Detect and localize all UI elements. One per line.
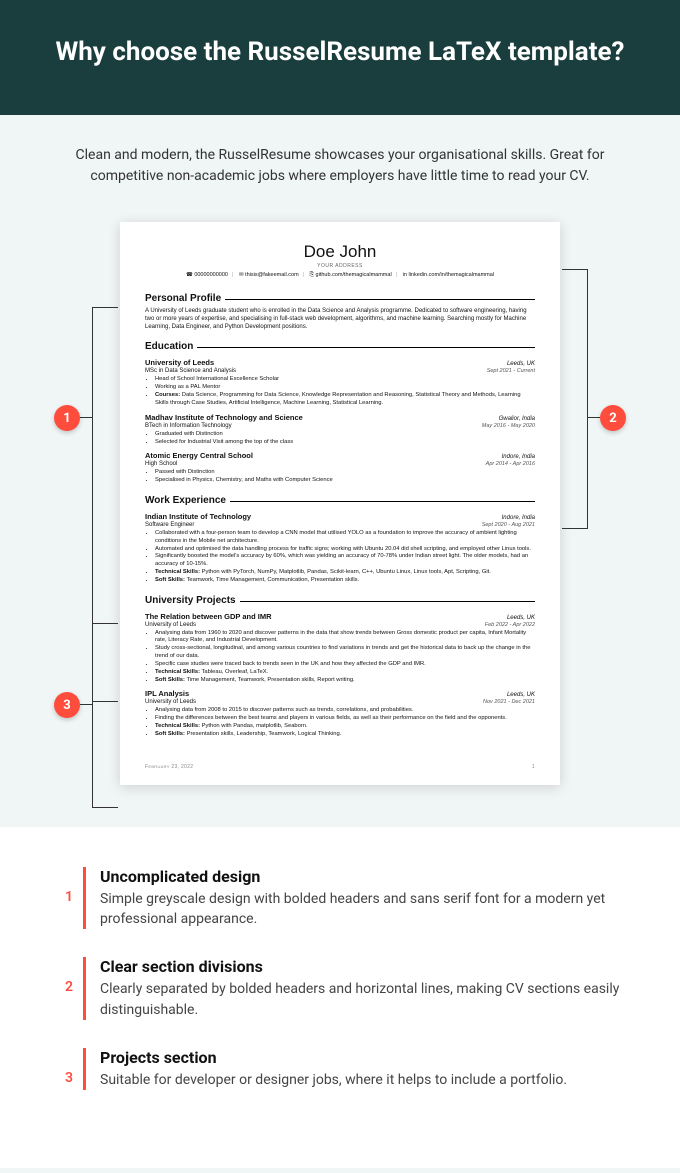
- resume-entry: Madhav Institute of Technology and Scien…: [145, 413, 535, 447]
- callout-marker-2: 2: [600, 405, 626, 431]
- bullet: Head of School International Excellence …: [155, 376, 535, 384]
- feature-number: 2: [55, 957, 83, 1020]
- resume-entry: Indian Institute of TechnologyIndore, In…: [145, 512, 535, 585]
- features-section: 1 Uncomplicated design Simple greyscale de…: [0, 827, 680, 1168]
- feature-title: Clear section divisions: [100, 957, 625, 976]
- bullet: Soft Skills: Presentation skills, Leader…: [155, 731, 535, 739]
- bullet: Specialised in Physics, Chemistry, and M…: [155, 477, 535, 485]
- feature-desc: Simple greyscale design with bolded head…: [100, 889, 625, 930]
- feature-desc: Suitable for developer or designer jobs,…: [100, 1070, 625, 1090]
- feature-item: 2 Clear section divisions Clearly separate…: [55, 957, 625, 1020]
- bullet: Specific case studies were traced back t…: [155, 661, 535, 669]
- footer-date: February 23, 2022: [145, 764, 193, 770]
- resume-entry: University of LeedsLeeds, UKMSc in Data …: [145, 358, 535, 407]
- feature-item: 1 Uncomplicated design Simple greyscale de…: [55, 867, 625, 930]
- bracket-1-stem: [80, 417, 92, 418]
- footer-page: 1: [532, 764, 535, 770]
- bullet: Courses: Data Science, Programming for D…: [155, 392, 535, 408]
- bullet: Significantly boosted the model's accura…: [155, 553, 535, 569]
- resume-entry: The Relation between GDP and IMRLeeds, U…: [145, 612, 535, 685]
- bullet: Working as a PAL Mentor: [155, 384, 535, 392]
- bullet: Soft Skills: Time Management, Teamwork, …: [155, 677, 535, 685]
- section-education: Education: [145, 341, 535, 353]
- resume-entry: IPL AnalysisLeeds, UKUniversity of Leeds…: [145, 689, 535, 738]
- bracket-2: [562, 269, 588, 529]
- callout-marker-3: 3: [54, 692, 80, 718]
- page-title: Why choose the RusselResume LaTeX templa…: [20, 35, 660, 70]
- feature-number: 1: [55, 867, 83, 930]
- bullet: Finding the differences between the best…: [155, 715, 535, 723]
- profile-text: A University of Leeds graduate student w…: [145, 308, 535, 331]
- bullet: Collaborated with a four-person team to …: [155, 530, 535, 546]
- feature-title: Uncomplicated design: [100, 867, 625, 886]
- resume-name: Doe John: [145, 242, 535, 262]
- bullet: Technical Skills: Python with PyTorch, N…: [155, 569, 535, 577]
- feature-item: 3 Projects section Suitable for developer …: [55, 1048, 625, 1090]
- resume-address: YOUR ADDRESS: [145, 263, 535, 269]
- bullet: Soft Skills: Teamwork, Time Management, …: [155, 577, 535, 585]
- bullet: Analysing data from 1960 to 2020 and dis…: [155, 630, 535, 646]
- contact-phone: ☎ 00000000000: [186, 272, 228, 278]
- resume-area: 1 2 3 Doe John YOUR ADDRESS ☎ 0000000000…: [0, 207, 680, 815]
- feature-title: Projects section: [100, 1048, 625, 1067]
- resume-entry: Atomic Energy Central SchoolIndore, Indi…: [145, 451, 535, 485]
- resume-footer: February 23, 2022 1: [145, 764, 535, 770]
- bullet: Graduated with Distinction: [155, 431, 535, 439]
- section-projects: University Projects: [145, 595, 535, 607]
- bullet: Technical Skills: Python with Pandas, ma…: [155, 723, 535, 731]
- section-work: Work Experience: [145, 495, 535, 507]
- intro-text: Clean and modern, the RusselResume showc…: [0, 115, 680, 207]
- contact-email: ✉ thisis@fakeemail.com: [239, 272, 299, 278]
- section-profile: Personal Profile: [145, 293, 535, 305]
- resume-contacts: ☎ 00000000000| ✉ thisis@fakeemail.com| ⎘…: [145, 272, 535, 283]
- contact-github: ⎘ github.com/themagicalmammal: [310, 272, 392, 278]
- bullet: Selected for Industrial Visit among the …: [155, 439, 535, 447]
- bullet: Passed with Distinction: [155, 469, 535, 477]
- header: Why choose the RusselResume LaTeX templa…: [0, 0, 680, 115]
- callout-marker-1: 1: [54, 405, 80, 431]
- bracket-3-stem: [80, 704, 92, 705]
- bullet: Technical Skills: Tableau, Overleaf, LaT…: [155, 669, 535, 677]
- feature-number: 3: [55, 1048, 83, 1090]
- bullet: Automated and optimised the data handlin…: [155, 546, 535, 554]
- bullet: Analysing data from 2008 to 2015 to disc…: [155, 707, 535, 715]
- feature-desc: Clearly separated by bolded headers and …: [100, 979, 625, 1020]
- bracket-2-stem: [588, 417, 600, 418]
- contact-linkedin: in linkedin.com/in/themagicalmammal: [403, 272, 494, 278]
- bullet: Study cross-sectional, longitudinal, and…: [155, 645, 535, 661]
- resume-preview: Doe John YOUR ADDRESS ☎ 00000000000| ✉ t…: [120, 222, 560, 785]
- bracket-3: [92, 623, 118, 808]
